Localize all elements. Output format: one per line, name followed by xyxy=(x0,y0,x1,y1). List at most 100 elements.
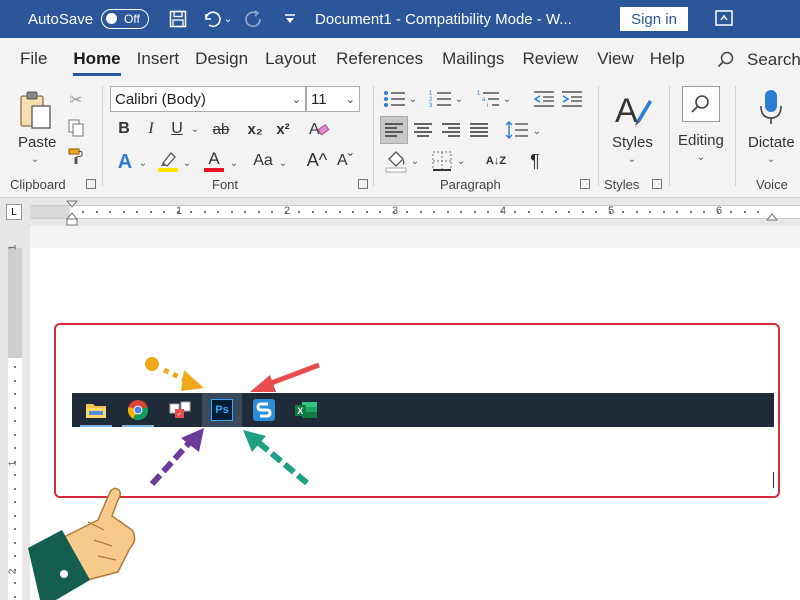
justify-button[interactable] xyxy=(466,118,492,142)
underline-button[interactable]: U xyxy=(167,118,187,140)
underline-dropdown-icon[interactable]: ⌄ xyxy=(190,124,200,135)
align-right-button[interactable] xyxy=(438,118,464,142)
increase-indent-icon[interactable] xyxy=(560,88,584,110)
first-line-indent-icon[interactable] xyxy=(65,200,79,231)
ruler-tick xyxy=(14,420,16,422)
multilevel-list-icon[interactable]: 1ai xyxy=(476,88,502,110)
sign-in-button[interactable]: Sign in xyxy=(620,7,688,31)
search-icon xyxy=(717,51,734,68)
ruler-tick xyxy=(14,568,16,571)
numbering-dropdown-icon[interactable]: ⌄ xyxy=(454,94,464,105)
highlight-dropdown-icon[interactable]: ⌄ xyxy=(182,158,192,169)
svg-text:3: 3 xyxy=(429,103,433,109)
bullets-icon[interactable] xyxy=(382,88,408,110)
ruler-tick xyxy=(392,211,395,213)
right-indent-icon[interactable] xyxy=(765,208,779,226)
borders-icon[interactable] xyxy=(430,150,454,172)
tab-mailings[interactable]: Mailings xyxy=(442,49,504,69)
ruler-tick xyxy=(14,474,16,476)
styles-icon[interactable]: A xyxy=(612,88,654,132)
italic-button[interactable]: I xyxy=(141,118,161,140)
tab-file[interactable]: File xyxy=(20,49,47,69)
paragraph-launcher-icon[interactable] xyxy=(580,179,590,189)
tab-help[interactable]: Help xyxy=(650,49,685,69)
ruler-tick xyxy=(82,211,84,213)
paste-icon[interactable] xyxy=(16,88,56,132)
customize-qat-icon[interactable] xyxy=(279,8,301,30)
show-formatting-button[interactable]: ¶ xyxy=(524,150,546,172)
cut-icon[interactable]: ✂ xyxy=(66,90,86,110)
text-effects-dropdown-icon[interactable]: ⌄ xyxy=(138,158,148,169)
bold-button[interactable]: B xyxy=(114,118,134,140)
styles-dropdown-icon[interactable]: ⌄ xyxy=(627,154,637,165)
ruler-tick xyxy=(14,528,16,530)
paste-dropdown-icon[interactable]: ⌄ xyxy=(30,154,40,165)
borders-dropdown-icon[interactable]: ⌄ xyxy=(456,156,466,167)
grow-font-button[interactable]: A^ xyxy=(306,148,328,172)
line-spacing-dropdown-icon[interactable]: ⌄ xyxy=(532,126,542,137)
ruler-tick xyxy=(635,211,638,213)
multilevel-dropdown-icon[interactable]: ⌄ xyxy=(502,94,512,105)
numbering-icon[interactable]: 123 xyxy=(428,88,454,110)
copy-icon[interactable] xyxy=(66,118,86,138)
tab-references[interactable]: References xyxy=(336,49,423,69)
taskbar-image: ✓ Ps X xyxy=(72,393,774,427)
shrink-font-button[interactable]: Aˇ xyxy=(334,150,356,172)
redo-icon[interactable] xyxy=(243,8,265,30)
superscript-button[interactable]: x² xyxy=(271,118,295,140)
change-case-button[interactable]: Aa xyxy=(250,150,276,172)
search-tab[interactable]: Search xyxy=(717,50,800,70)
horizontal-ruler[interactable]: 1 2 3 4 5 6 xyxy=(30,200,800,226)
font-size-value: 11 xyxy=(311,90,327,108)
ruler-tick xyxy=(14,406,16,409)
ruler-tick xyxy=(676,211,678,213)
ruler-tick xyxy=(230,211,233,213)
dictate-dropdown-icon[interactable]: ⌄ xyxy=(766,154,776,165)
shading-icon[interactable] xyxy=(384,148,410,174)
clear-formatting-icon[interactable]: A xyxy=(307,118,331,140)
tab-review[interactable]: Review xyxy=(522,49,578,69)
editing-icon[interactable] xyxy=(682,86,720,122)
undo-dropdown-icon[interactable]: ⌄ xyxy=(223,8,233,30)
undo-icon[interactable] xyxy=(201,8,223,30)
ruler-tick xyxy=(14,595,16,598)
font-launcher-icon[interactable] xyxy=(358,179,368,189)
align-left-button[interactable] xyxy=(380,116,408,144)
sort-button[interactable]: A↓Z xyxy=(482,148,510,174)
font-color-icon[interactable]: A xyxy=(202,148,226,174)
align-center-button[interactable] xyxy=(410,118,436,142)
bullets-dropdown-icon[interactable]: ⌄ xyxy=(408,94,418,105)
change-case-dropdown-icon[interactable]: ⌄ xyxy=(278,158,288,169)
strikethrough-button[interactable]: ab xyxy=(208,118,234,140)
font-size-dropdown-icon[interactable]: ⌄ xyxy=(346,93,355,106)
subscript-button[interactable]: x₂ xyxy=(243,118,267,140)
tab-selector[interactable]: L xyxy=(6,204,22,220)
autosave-toggle[interactable]: Off xyxy=(101,9,150,29)
highlight-color-icon[interactable] xyxy=(156,148,180,174)
ruler-tick xyxy=(554,211,557,213)
snagit-icon xyxy=(244,393,284,427)
ruler-tick xyxy=(487,211,489,213)
format-painter-icon[interactable] xyxy=(66,146,86,166)
tab-design[interactable]: Design xyxy=(195,49,248,69)
font-color-dropdown-icon[interactable]: ⌄ xyxy=(229,158,239,169)
tab-view[interactable]: View xyxy=(597,49,634,69)
clipboard-launcher-icon[interactable] xyxy=(86,179,96,189)
tab-layout[interactable]: Layout xyxy=(265,49,316,69)
font-name-combo[interactable]: Calibri (Body) ⌄ xyxy=(110,86,306,112)
save-icon[interactable] xyxy=(167,8,189,30)
font-size-combo[interactable]: 11 ⌄ xyxy=(306,86,360,112)
decrease-indent-icon[interactable] xyxy=(532,88,556,110)
ruler-tick xyxy=(581,211,584,213)
tab-insert[interactable]: Insert xyxy=(137,49,180,69)
text-effects-icon[interactable]: A xyxy=(114,150,136,174)
microphone-icon[interactable] xyxy=(756,86,786,130)
vertical-ruler[interactable]: 1 1 2 xyxy=(0,226,30,600)
styles-launcher-icon[interactable] xyxy=(652,179,662,189)
shading-dropdown-icon[interactable]: ⌄ xyxy=(410,156,420,167)
font-name-dropdown-icon[interactable]: ⌄ xyxy=(292,93,301,106)
line-spacing-icon[interactable] xyxy=(504,118,530,142)
editing-dropdown-icon[interactable]: ⌄ xyxy=(696,152,706,163)
tab-home[interactable]: Home xyxy=(73,49,121,76)
ribbon-display-options-icon[interactable] xyxy=(714,9,734,32)
